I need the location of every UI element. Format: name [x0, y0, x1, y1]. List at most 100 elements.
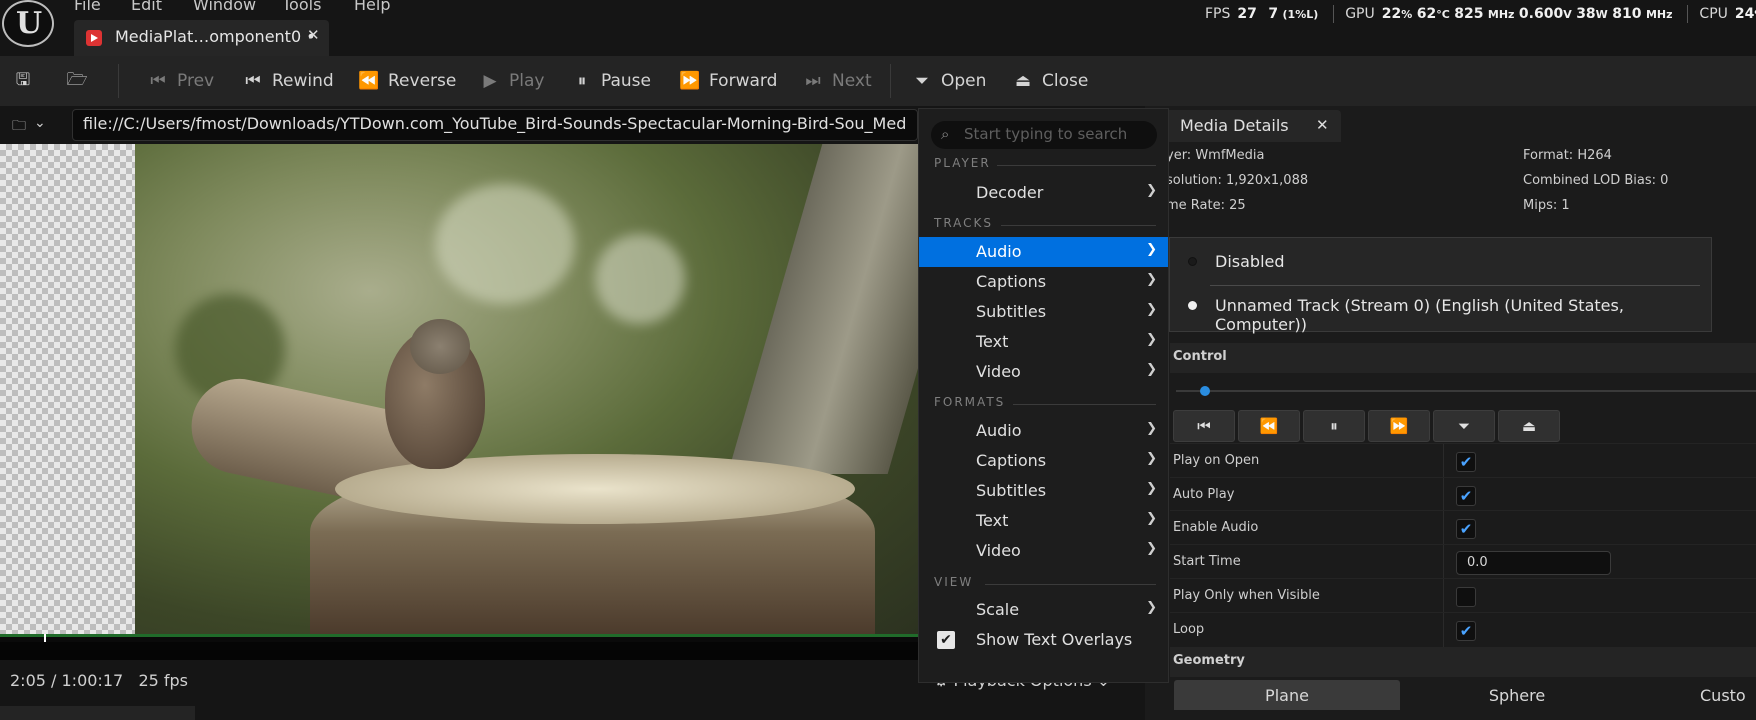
pause-button[interactable]: ⏸ Pause: [571, 56, 651, 106]
prev-label: Prev: [177, 71, 215, 91]
close-icon[interactable]: ✕: [1316, 116, 1329, 134]
control-section-header[interactable]: Control: [1170, 343, 1756, 373]
start-time-input[interactable]: 0.0: [1456, 551, 1611, 575]
reverse-button[interactable]: ⏪ Reverse: [358, 56, 456, 106]
prev-button[interactable]: ⏮ Prev: [147, 56, 214, 106]
geometry-sphere-button[interactable]: Sphere: [1404, 680, 1630, 710]
chevron-right-icon: ❯: [1146, 362, 1157, 377]
chevron-right-icon: ❯: [1146, 332, 1157, 347]
close-button[interactable]: ⏏ Close: [1012, 56, 1088, 106]
menu-item-formats-subtitles[interactable]: Subtitles ❯: [919, 476, 1168, 506]
reverse-label: Reverse: [388, 71, 457, 91]
gpu-pct: 22: [1381, 6, 1402, 22]
gpu-mem-unit: MHz: [1645, 8, 1673, 21]
control-forward-button[interactable]: ⏩: [1368, 410, 1430, 442]
menu-item-tracks-subtitles[interactable]: Subtitles ❯: [919, 297, 1168, 327]
menu-tools[interactable]: Tools: [282, 0, 321, 14]
unreal-logo-icon[interactable]: U: [2, 0, 54, 47]
prop-label: Play on Open: [1173, 453, 1260, 468]
geometry-custom-button[interactable]: Custo: [1700, 680, 1756, 710]
performance-stats: FPS 27 7 (1%L) GPU 22% 62°C 825 MHz 0.600V…: [1205, 5, 1756, 27]
fps-display: 25 fps: [138, 671, 189, 690]
scrub-bar[interactable]: [0, 642, 918, 660]
menu-item-formats-audio[interactable]: Audio ❯: [919, 416, 1168, 446]
browse-button[interactable]: 🗁: [66, 56, 88, 106]
rewind-button[interactable]: ⏮ Rewind: [242, 56, 333, 106]
menu-window[interactable]: Window: [193, 0, 256, 14]
timecode: 2:05 / 1:00:17: [10, 671, 124, 690]
open-button[interactable]: ⏷ Open: [911, 56, 986, 106]
play-button[interactable]: ▶ Play: [479, 56, 544, 106]
next-icon: ⏭: [805, 71, 821, 91]
chevron-right-icon: ❯: [1146, 421, 1157, 436]
gpu-volt: 0.600: [1518, 6, 1564, 22]
menu-item-tracks-audio[interactable]: Audio ❯: [919, 237, 1168, 267]
control-pause-button[interactable]: ⏸: [1303, 410, 1365, 442]
gpu-volt-unit: V: [1563, 8, 1572, 21]
media-details-tab-label: Media Details: [1180, 116, 1289, 135]
bird-head: [410, 319, 470, 374]
menu-search-input[interactable]: ⌕ Start typing to search: [931, 121, 1157, 149]
menu-item-label: Captions: [976, 451, 1047, 470]
timeline-scrubber[interactable]: [0, 634, 918, 648]
fps-low-value: 7: [1268, 6, 1279, 22]
menu-item-formats-captions[interactable]: Captions ❯: [919, 446, 1168, 476]
play-on-open-checkbox[interactable]: ✔: [1456, 452, 1476, 472]
chevron-right-icon: ❯: [1146, 541, 1157, 556]
control-close-button[interactable]: ⏏: [1498, 410, 1560, 442]
info-player: yer: WmfMedia: [1166, 148, 1265, 163]
menu-item-tracks-video[interactable]: Video ❯: [919, 357, 1168, 387]
document-tab[interactable]: MediaPlat…omponent0 • ✕: [74, 20, 329, 56]
menu-item-formats-text[interactable]: Text ❯: [919, 506, 1168, 536]
video-viewport[interactable]: [0, 144, 918, 634]
info-resolution: solution: 1,920x1,088: [1166, 173, 1309, 188]
url-folder-dropdown[interactable]: 🗀 ⌄: [4, 110, 54, 140]
play-only-visible-checkbox[interactable]: [1456, 587, 1476, 607]
audio-track-disabled[interactable]: Disabled: [1170, 242, 1713, 282]
menu-item-tracks-captions[interactable]: Captions ❯: [919, 267, 1168, 297]
position-slider[interactable]: [1176, 390, 1756, 392]
enable-audio-checkbox[interactable]: ✔: [1456, 519, 1476, 539]
menu-item-tracks-text[interactable]: Text ❯: [919, 327, 1168, 357]
auto-play-checkbox[interactable]: ✔: [1456, 486, 1476, 506]
chevron-right-icon: ❯: [1146, 302, 1157, 317]
close-icon[interactable]: ✕: [307, 26, 320, 44]
save-button[interactable]: 🖫: [12, 56, 34, 106]
menu-item-label: Show Text Overlays: [976, 630, 1133, 649]
menu-item-formats-video[interactable]: Video ❯: [919, 536, 1168, 566]
control-open-button[interactable]: ⏷: [1433, 410, 1495, 442]
geometry-plane-button[interactable]: Plane: [1174, 680, 1400, 710]
chevron-right-icon: ❯: [1146, 481, 1157, 496]
menu-file[interactable]: File: [74, 0, 101, 14]
menu-search-placeholder: Start typing to search: [964, 125, 1128, 143]
transparency-checkerboard: [0, 144, 135, 634]
position-slider-handle[interactable]: [1200, 386, 1210, 396]
loop-checkbox[interactable]: ✔: [1456, 621, 1476, 641]
media-url-input[interactable]: file://C:/Users/fmost/Downloads/YTDown.c…: [72, 109, 918, 141]
prop-label: Auto Play: [1173, 487, 1235, 502]
audio-track-stream-0[interactable]: Unnamed Track (Stream 0) (English (Unite…: [1170, 286, 1713, 334]
pause-icon: ⏸: [1330, 417, 1338, 435]
menu-item-scale[interactable]: Scale ❯: [919, 595, 1168, 625]
save-icon: 🖫: [15, 69, 31, 90]
rewind-icon: ⏮: [245, 71, 261, 91]
geometry-section-header[interactable]: Geometry: [1170, 647, 1756, 677]
prop-enable-audio: Enable Audio ✔: [1170, 510, 1756, 545]
checkbox-checked-icon[interactable]: ✔: [937, 631, 955, 649]
menu-item-decoder[interactable]: Decoder ❯: [919, 178, 1168, 208]
media-details-tab[interactable]: Media Details ✕: [1150, 110, 1341, 142]
menu-edit[interactable]: Edit: [131, 0, 162, 14]
prop-start-time: Start Time 0.0: [1170, 544, 1756, 579]
control-reverse-button[interactable]: ⏪: [1238, 410, 1300, 442]
menu-item-label: Text: [976, 511, 1009, 530]
playlist-tab[interactable]: [0, 706, 195, 720]
menu-help[interactable]: Help: [354, 0, 390, 14]
info-mips: Mips: 1: [1523, 198, 1570, 213]
menu-item-show-text-overlays[interactable]: ✔ Show Text Overlays: [919, 625, 1168, 655]
section-player: PLAYER: [934, 156, 991, 170]
open-label: Open: [941, 71, 987, 91]
control-rewind-button[interactable]: ⏮: [1173, 410, 1235, 442]
next-button[interactable]: ⏭ Next: [802, 56, 871, 106]
open-icon: ⏷: [915, 71, 929, 91]
forward-button[interactable]: ⏩ Forward: [679, 56, 777, 106]
